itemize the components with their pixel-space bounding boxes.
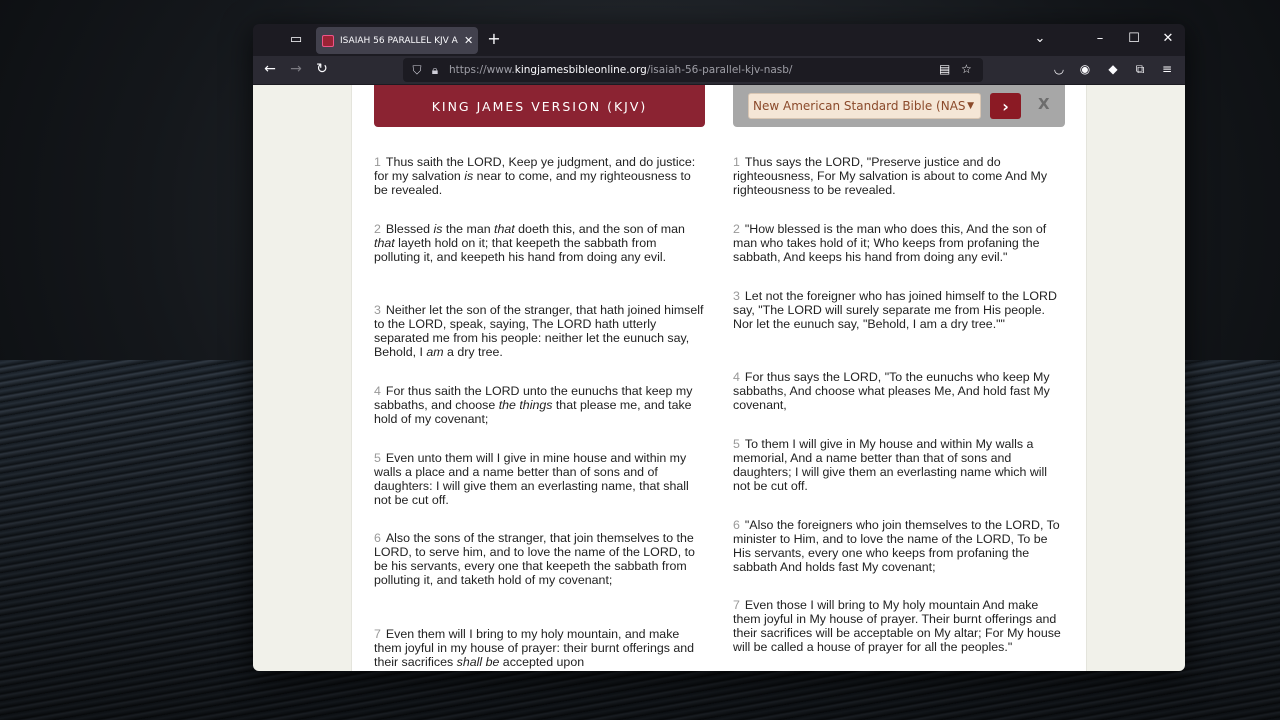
nasb-verse: 3 Let not the foreigner who has joined hi… [733,289,1064,331]
url-bar[interactable]: ⛉ 🔒︎ https://www.kingjamesbibleonline.or… [403,58,983,82]
page-content: KING JAMES VERSION (KJV) New American St… [351,85,1087,671]
verse-text: am [426,345,444,359]
verse-number: 4 [733,370,740,384]
verse-number: 2 [733,222,740,236]
verse-text: Even those I will bring to My holy mount… [733,598,1061,654]
kjv-verse: 2 Blessed is the man that doeth this, and… [374,222,705,264]
verse-text: layeth hold on it; that keepeth the sabb… [374,236,667,264]
lock-icon[interactable]: 🔒︎ [427,63,443,78]
nasb-verse: 2 "How blessed is the man who does this, … [733,222,1064,264]
nasb-verse: 5 To them I will give in My house and wit… [733,437,1064,493]
verse-text: doeth this, and the son of man [514,222,685,236]
verse-text: the man [442,222,495,236]
verse-text: "How blessed is the man who does this, A… [733,222,1047,264]
verse-number: 3 [733,289,740,303]
verse-text: Blessed [385,222,434,236]
close-window-icon[interactable]: ✕ [1159,31,1177,46]
kjv-verse: 6 Also the sons of the stranger, that joi… [374,531,705,587]
kjv-verse: 7 Even them will I bring to my holy mount… [374,627,705,669]
nasb-verse: 1 Thus says the LORD, "Preserve justice a… [733,155,1064,197]
version-select-value: New American Standard Bible (NAS [753,99,966,113]
verse-number: 4 [374,384,381,398]
verse-text: Even unto them will I give in mine house… [374,451,689,507]
close-tab-icon[interactable]: ✕ [464,34,473,47]
url-path: /isaiah-56-parallel-kjv-nasb/ [646,64,793,76]
nasb-verse: 7 Even those I will bring to My holy moun… [733,598,1064,654]
verse-number: 2 [374,222,381,236]
kjv-verse: 4 For thus saith the LORD unto the eunuch… [374,384,705,426]
tab-title: ISAIAH 56 PARALLEL KJV AND N [340,35,458,46]
go-button[interactable]: › [990,93,1021,119]
verse-text: that [374,236,395,250]
verse-text: the things [498,398,553,412]
url-domain: kingjamesbibleonline.org [514,64,647,76]
account-icon[interactable]: ◉ [1076,62,1094,76]
verse-text: is [464,169,474,183]
verse-number: 5 [374,451,381,465]
verse-number: 3 [374,303,381,317]
verse-text: a dry tree. [443,345,503,359]
bible-favicon-icon [322,34,334,47]
new-tab-icon[interactable]: + [485,30,503,48]
bookmark-star-icon[interactable]: ☆ [961,62,972,76]
kjv-verse: 5 Even unto them will I give in mine hous… [374,451,705,507]
verse-text: "Also the foreigners who join themselves… [733,518,1060,574]
minimize-icon[interactable]: – [1091,31,1109,46]
verse-text: To them I will give in My house and with… [733,437,1048,493]
shield-icon[interactable]: ⛉ [409,63,425,78]
verse-number: 1 [374,155,381,169]
chevron-down-icon[interactable]: ⌄ [1031,31,1049,46]
caret-down-icon: ▼ [967,101,974,111]
verse-number: 6 [733,518,740,532]
verse-text: accepted upon [499,655,585,669]
reload-icon[interactable]: ↻ [313,61,331,77]
kjv-verse: 1 Thus saith the LORD, Keep ye judgment, … [374,155,705,197]
verse-text: Let not the foreigner who has joined him… [733,289,1057,331]
verse-text: Thus says the LORD, "Preserve justice an… [733,155,1048,197]
remove-version-button[interactable]: X [1038,95,1050,113]
kjv-verse: 3 Neither let the son of the stranger, th… [374,303,705,359]
url-prefix: https://www. [449,64,515,76]
maximize-icon[interactable]: ☐ [1125,31,1143,46]
active-tab[interactable]: ISAIAH 56 PARALLEL KJV AND N ✕ [316,27,478,54]
url-text[interactable]: https://www.kingjamesbibleonline.org/isa… [449,64,792,76]
verse-text: that [494,222,515,236]
reader-view-icon[interactable]: ▤ [939,62,950,76]
page-viewport: KING JAMES VERSION (KJV) New American St… [253,85,1185,671]
verse-number: 6 [374,531,381,545]
tab-list-icon[interactable]: ▭ [288,32,304,48]
verse-text: For thus says the LORD, "To the eunuchs … [733,370,1050,412]
nasb-verse: 4 For thus says the LORD, "To the eunuchs… [733,370,1064,412]
verse-number: 1 [733,155,740,169]
kjv-header: KING JAMES VERSION (KJV) [374,85,705,127]
pocket-icon[interactable]: ◡ [1050,62,1068,76]
back-icon[interactable]: ← [261,61,279,77]
extensions-puzzle-icon[interactable]: ⧉ [1131,62,1149,77]
verse-text: shall be [456,655,500,669]
nasb-verse: 6 "Also the foreigners who join themselve… [733,518,1064,574]
verse-text: Neither let the son of the stranger, tha… [374,303,704,359]
verse-number: 7 [374,627,381,641]
verse-text: Also the sons of the stranger, that join… [374,531,695,587]
version-selector-bar: New American Standard Bible (NAS ▼ › X [733,85,1065,127]
menu-icon[interactable]: ≡ [1158,62,1176,76]
verse-number: 7 [733,598,740,612]
extension-icon[interactable]: ◆ [1104,62,1122,76]
browser-window: ▭ ISAIAH 56 PARALLEL KJV AND N ✕ + ⌄ – ☐… [253,24,1185,671]
navigation-bar: ← → ↻ ⛉ 🔒︎ https://www.kingjamesbibleonl… [253,56,1185,84]
forward-icon[interactable]: → [287,61,305,77]
tab-bar: ▭ ISAIAH 56 PARALLEL KJV AND N ✕ + ⌄ – ☐… [253,24,1185,56]
version-select[interactable]: New American Standard Bible (NAS ▼ [748,93,981,119]
verse-number: 5 [733,437,740,451]
